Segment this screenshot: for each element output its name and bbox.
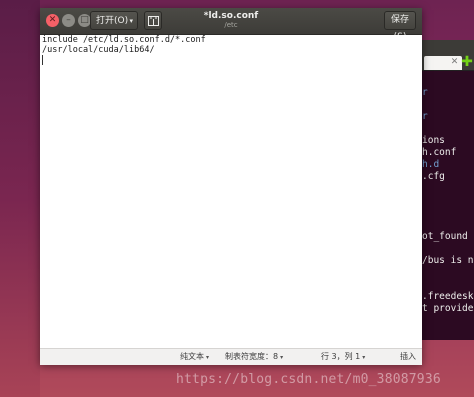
chevron-down-icon: ▾ <box>206 354 210 361</box>
chevron-down-icon: ▾ <box>280 354 284 361</box>
add-tab-icon[interactable]: ✚ <box>461 55 473 69</box>
terminal-line: t provided <box>422 303 474 314</box>
terminal-line: .cfg <box>422 171 445 182</box>
terminal-tab[interactable]: ✕ <box>424 56 462 70</box>
cursor-position-label: 行 3，列 1 <box>321 352 361 361</box>
terminal-line: ions <box>422 135 445 146</box>
terminal-line: r <box>422 111 428 122</box>
terminal-line: h.conf <box>422 147 457 158</box>
terminal-line: ot_found <box>422 231 468 242</box>
terminal-line: .freedeskt <box>422 291 474 302</box>
editor-line-2: /usr/local/cuda/lib64/ <box>42 45 155 55</box>
background-terminal-window[interactable]: ✕ ✚ r r ions h.conf h.d .cfg ot_found/bus is n… <box>415 40 474 340</box>
terminal-line: r <box>422 87 428 98</box>
close-icon[interactable]: ✕ <box>450 58 459 67</box>
watermark-text: https://blog.csdn.net/m0_38087936 <box>176 372 441 387</box>
insert-mode[interactable]: 插入 <box>400 349 416 364</box>
tab-width-selector[interactable]: 制表符宽度：8 ▾ <box>225 349 283 365</box>
chevron-down-icon: ▾ <box>362 354 366 361</box>
terminal-line: /bus is n <box>422 255 474 266</box>
editor-line-3 <box>40 55 422 65</box>
status-bar: 纯文本 ▾ 制表符宽度：8 ▾ 行 3，列 1 ▾ 插入 <box>40 348 422 365</box>
tab-width-label: 制表符宽度：8 <box>225 352 279 361</box>
editor-line-1: include /etc/ld.so.conf.d/*.conf <box>42 35 206 45</box>
syntax-label: 纯文本 <box>180 352 204 361</box>
terminal-output: r r ions h.conf h.d .cfg ot_found/bus is n .fre… <box>416 71 474 315</box>
syntax-selector[interactable]: 纯文本 ▾ <box>180 349 209 365</box>
terminal-tab-bar: ✕ ✚ <box>416 40 474 71</box>
desktop-background <box>0 0 40 397</box>
cursor-position[interactable]: 行 3，列 1 ▾ <box>321 349 365 365</box>
text-editor-area[interactable]: include /etc/ld.so.conf.d/*.conf /usr/lo… <box>40 35 422 348</box>
text-cursor <box>42 55 43 65</box>
save-button[interactable]: 保存(S) <box>384 11 416 42</box>
document-path: /etc <box>224 21 238 29</box>
gedit-window: ✕ – □ 打开(O) ▾ *ld.so.conf /etc 保存(S) inc… <box>40 8 422 365</box>
header-bar: ✕ – □ 打开(O) ▾ *ld.so.conf /etc 保存(S) <box>40 8 422 42</box>
terminal-line: h.d <box>422 159 440 170</box>
